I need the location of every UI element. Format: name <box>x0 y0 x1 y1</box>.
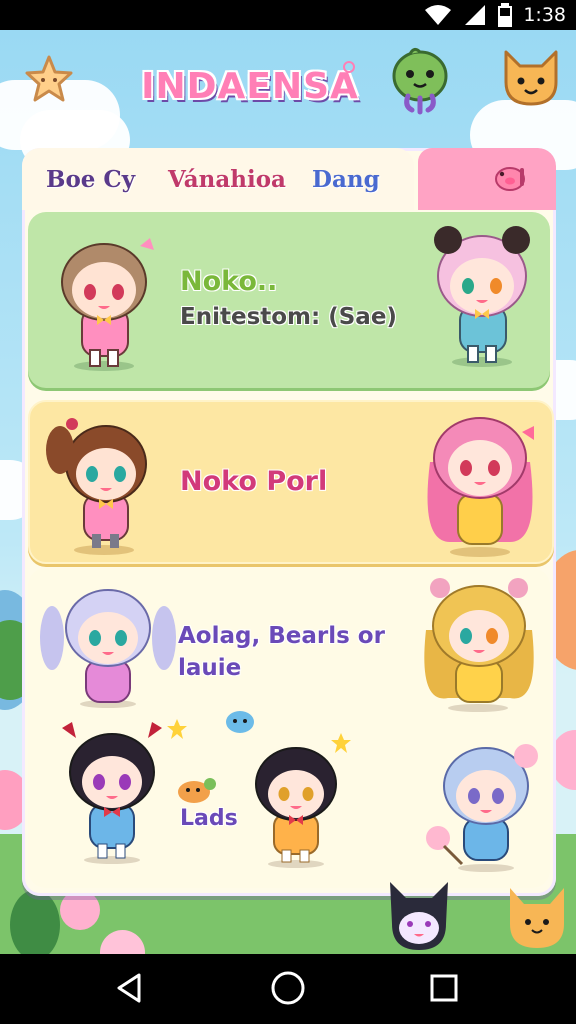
yellow-star-icon <box>331 733 351 753</box>
wifi-icon <box>425 5 452 25</box>
back-button[interactable] <box>110 968 150 1008</box>
brown-hair-chibi-girl <box>61 238 154 371</box>
card-title: Noko Porl <box>180 466 328 497</box>
battery-icon <box>498 3 513 27</box>
tab-bar: Boe Cy Vánahioa Dang <box>22 148 556 210</box>
yellow-star-icon <box>167 719 187 739</box>
tab-vanahioa[interactable]: Vánahioa <box>168 162 286 198</box>
status-bar: 1:38 <box>0 0 576 30</box>
pink-hair-chibi-boy <box>434 226 530 367</box>
tab-boe-cy[interactable]: Boe Cy <box>46 162 135 198</box>
character-panel: Boe Cy Vánahioa Dang Noko.. Enitestom: (… <box>22 148 556 896</box>
status-time: 1:38 <box>523 4 566 26</box>
recents-button[interactable] <box>424 968 464 1008</box>
sparkle-icon <box>343 61 355 73</box>
blonde-wavy-chibi-girl <box>424 578 534 712</box>
light-blue-hair-chibi-girl <box>426 744 538 872</box>
back-icon <box>117 973 141 1003</box>
character-card-noko-porl[interactable]: Noko Porl <box>28 400 554 564</box>
tab-pig[interactable] <box>418 148 556 210</box>
recents-icon <box>430 974 458 1002</box>
card-title: Aolag, Bearls or lauie <box>178 623 385 681</box>
home-icon <box>271 971 305 1005</box>
blue-slime-icon <box>226 711 254 733</box>
navigation-bar <box>0 954 576 1024</box>
orange-fox-mascot-icon <box>510 888 564 948</box>
status-icons: 1:38 <box>423 3 566 27</box>
pink-ball <box>60 890 100 930</box>
card-footer-label: Lads <box>180 806 238 831</box>
long-pink-hair-chibi-girl <box>427 417 534 557</box>
orange-critter-icon <box>178 778 216 803</box>
tab-dang[interactable]: Dang <box>312 162 380 198</box>
character-card-group[interactable]: Aolag, Bearls or lauie Lads <box>28 568 550 888</box>
orange-fox-icon[interactable] <box>500 48 562 108</box>
bush <box>10 890 60 954</box>
character-card-noko[interactable]: Noko.. Enitestom: (Sae) <box>28 212 550 388</box>
card-subtitle: Enitestom: (Sae) <box>180 304 397 330</box>
twintail-chibi-girl <box>40 589 176 708</box>
ponytail-chibi-girl <box>46 418 147 555</box>
signal-icon <box>465 5 486 25</box>
dark-hair-chibi-boy <box>255 747 337 868</box>
black-hair-chibi-girl <box>62 722 162 864</box>
pig-face-icon <box>495 167 525 191</box>
black-cat-mascot-icon <box>390 882 448 950</box>
home-button[interactable] <box>268 968 308 1008</box>
app-logo: INDAENSA <box>141 66 359 107</box>
green-blob-mascot-icon[interactable] <box>388 44 452 116</box>
card-title: Noko.. <box>180 266 278 297</box>
star-icon[interactable] <box>24 54 74 104</box>
